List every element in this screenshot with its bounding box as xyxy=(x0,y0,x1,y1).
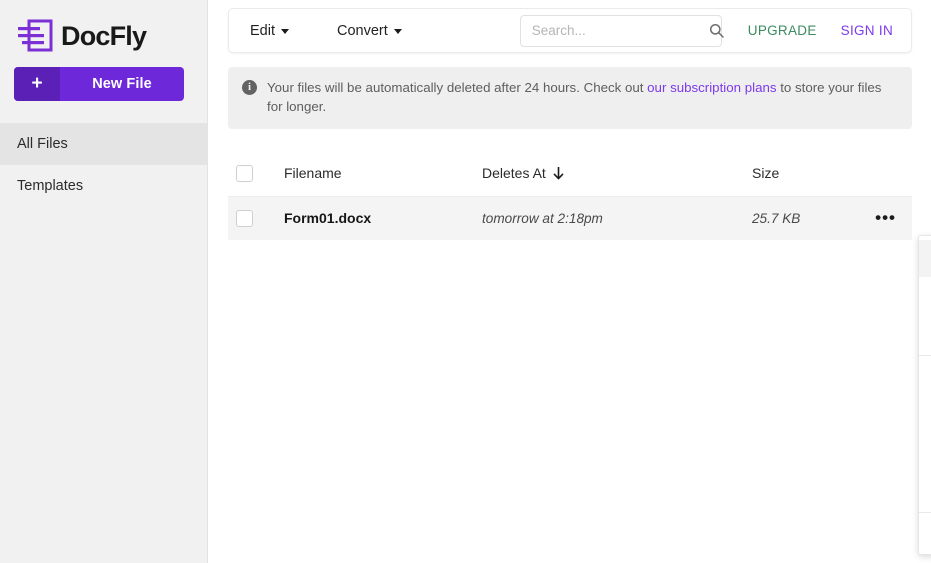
row-context-menu: W Convert to PDF Rename xyxy=(918,235,931,555)
context-menu-item-convert-to-pdf[interactable]: W Convert to PDF xyxy=(919,240,931,277)
convert-menu-label: Convert xyxy=(337,23,388,39)
cell-deletes-at: tomorrow at 2:18pm xyxy=(482,211,752,226)
docfly-app: DocFly + New File All Files Templates Ed… xyxy=(0,0,931,563)
new-file-button[interactable]: + New File xyxy=(14,67,184,101)
select-all-checkbox[interactable] xyxy=(236,165,253,182)
sign-in-link[interactable]: SIGN IN xyxy=(841,23,893,38)
row-select-cell xyxy=(236,210,284,227)
context-menu-item-rename[interactable]: Rename xyxy=(919,277,931,314)
cell-filename: Form01.docx xyxy=(284,210,482,226)
row-actions-cell: ••• xyxy=(856,209,896,228)
context-menu-separator xyxy=(919,512,931,513)
row-checkbox[interactable] xyxy=(236,210,253,227)
context-menu-separator xyxy=(919,355,931,356)
search-box[interactable] xyxy=(520,15,722,47)
new-file-label: New File xyxy=(60,76,184,92)
info-icon: i xyxy=(242,80,257,95)
column-header-deletes-at[interactable]: Deletes At xyxy=(482,165,752,181)
plus-icon: + xyxy=(14,67,60,101)
context-menu-item-download[interactable]: Download xyxy=(919,361,931,398)
chevron-down-icon xyxy=(394,29,402,34)
new-file-container: + New File xyxy=(0,58,207,101)
column-header-deletes-at-label: Deletes At xyxy=(482,165,546,181)
ellipsis-horizontal-icon[interactable]: ••• xyxy=(875,208,896,227)
select-all-cell xyxy=(236,165,284,182)
subscription-plans-link[interactable]: our subscription plans xyxy=(647,80,776,95)
chevron-down-icon xyxy=(281,29,289,34)
column-header-size[interactable]: Size xyxy=(752,165,856,181)
docfly-document-logo-icon xyxy=(16,19,54,53)
sidebar-item-templates[interactable]: Templates xyxy=(0,165,207,207)
sidebar-nav: All Files Templates xyxy=(0,123,207,207)
edit-menu-label: Edit xyxy=(250,23,275,39)
sidebar-item-label: All Files xyxy=(17,136,68,152)
edit-menu-button[interactable]: Edit xyxy=(248,19,291,43)
brand-name: DocFly xyxy=(61,23,146,50)
search-input[interactable] xyxy=(532,23,709,38)
convert-menu-button[interactable]: Convert xyxy=(335,19,404,43)
retention-notice-banner: i Your files will be automatically delet… xyxy=(228,67,912,129)
search-icon[interactable] xyxy=(709,23,724,38)
brand-logo[interactable]: DocFly xyxy=(0,0,207,58)
sidebar-item-all-files[interactable]: All Files xyxy=(0,123,207,165)
context-menu-item-export-to-dropbox[interactable]: Export to Dropbox xyxy=(919,434,931,471)
context-menu-item-move-to-templates[interactable]: Move to Templates xyxy=(919,313,931,350)
sidebar: DocFly + New File All Files Templates xyxy=(0,0,208,563)
files-table: Filename Deletes At Size xyxy=(228,151,912,240)
column-header-filename[interactable]: Filename xyxy=(284,165,482,181)
sidebar-item-label: Templates xyxy=(17,178,83,194)
table-row[interactable]: Form01.docx tomorrow at 2:18pm 25.7 KB •… xyxy=(228,197,912,240)
banner-text: Your files will be automatically deleted… xyxy=(267,78,898,117)
context-menu-item-delete[interactable]: Delete xyxy=(919,518,931,555)
main-content: Edit Convert UPGRADE SIGN IN xyxy=(208,0,931,563)
banner-text-before: Your files will be automatically deleted… xyxy=(267,80,647,95)
arrow-down-icon xyxy=(552,166,565,180)
table-header-row: Filename Deletes At Size xyxy=(228,151,912,197)
top-toolbar: Edit Convert UPGRADE SIGN IN xyxy=(228,8,912,53)
cell-size: 25.7 KB xyxy=(752,211,856,226)
context-menu-item-email[interactable]: Email xyxy=(919,397,931,434)
context-menu-item-export-to-google-drive[interactable]: Export to Google Drive xyxy=(919,470,931,507)
upgrade-link[interactable]: UPGRADE xyxy=(748,23,817,38)
